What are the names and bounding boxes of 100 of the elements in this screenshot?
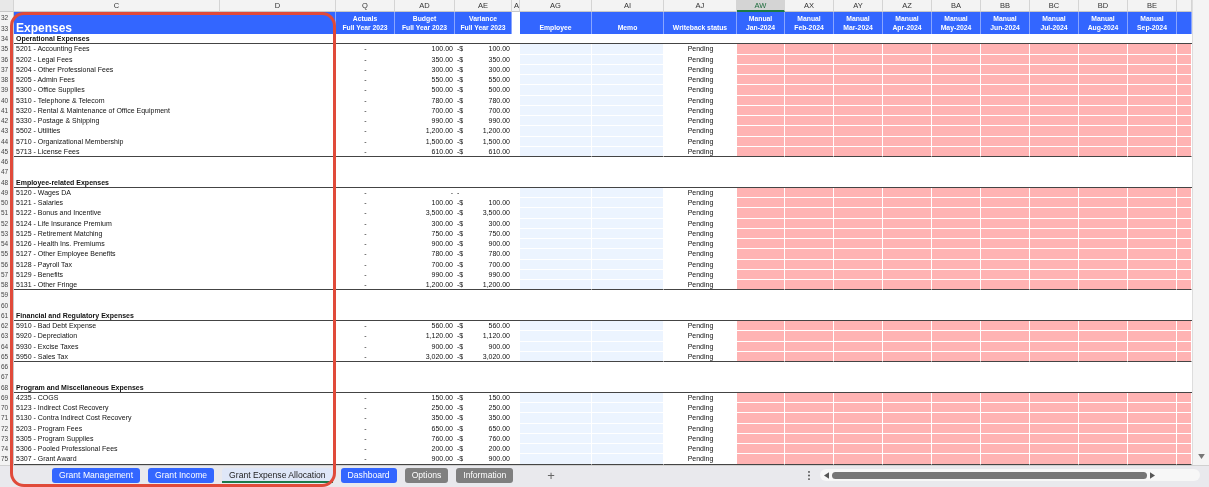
input-cell[interactable] — [834, 239, 883, 250]
input-cell[interactable] — [737, 454, 785, 465]
input-cell[interactable] — [520, 351, 592, 362]
add-sheet-button[interactable]: + — [543, 468, 559, 483]
input-cell[interactable] — [932, 341, 981, 352]
input-cell[interactable] — [785, 95, 834, 106]
input-cell[interactable] — [1128, 116, 1177, 127]
input-cell[interactable] — [1079, 228, 1128, 239]
input-cell[interactable] — [932, 392, 981, 403]
input-cell[interactable] — [1079, 54, 1128, 65]
input-cell[interactable] — [1177, 280, 1192, 291]
input-cell[interactable] — [737, 85, 785, 96]
input-cell[interactable] — [1079, 44, 1128, 55]
input-cell[interactable] — [834, 116, 883, 127]
input-cell[interactable] — [1128, 454, 1177, 465]
input-cell[interactable] — [1079, 95, 1128, 106]
input-cell[interactable] — [737, 95, 785, 106]
input-cell[interactable] — [1128, 413, 1177, 424]
input-cell[interactable] — [981, 116, 1030, 127]
input-cell[interactable] — [883, 54, 932, 65]
input-cell[interactable] — [785, 392, 834, 403]
input-cell[interactable] — [1030, 146, 1079, 157]
input-cell[interactable] — [1030, 126, 1079, 137]
input-cell[interactable] — [981, 85, 1030, 96]
input-cell[interactable] — [932, 64, 981, 75]
input-cell[interactable] — [1079, 331, 1128, 342]
input-cell[interactable] — [1177, 75, 1192, 86]
input-cell[interactable] — [981, 403, 1030, 414]
input-cell[interactable] — [737, 54, 785, 65]
scroll-down-icon[interactable] — [1197, 454, 1205, 459]
sheet-tab[interactable]: Grant Management — [52, 468, 141, 483]
input-cell[interactable] — [1177, 228, 1192, 239]
input-cell[interactable] — [1177, 85, 1192, 96]
input-cell[interactable] — [1030, 392, 1079, 403]
input-cell[interactable] — [834, 105, 883, 116]
input-cell[interactable] — [1030, 351, 1079, 362]
input-cell[interactable] — [1128, 208, 1177, 219]
input-cell[interactable] — [932, 403, 981, 414]
input-cell[interactable] — [932, 454, 981, 465]
input-cell[interactable] — [883, 126, 932, 137]
input-cell[interactable] — [1030, 85, 1079, 96]
input-cell[interactable] — [883, 341, 932, 352]
input-cell[interactable] — [1177, 146, 1192, 157]
input-cell[interactable] — [981, 218, 1030, 229]
input-cell[interactable] — [834, 433, 883, 444]
input-cell[interactable] — [785, 454, 834, 465]
input-cell[interactable] — [520, 392, 592, 403]
input-cell[interactable] — [785, 116, 834, 127]
input-cell[interactable] — [785, 136, 834, 147]
input-cell[interactable] — [834, 321, 883, 332]
input-cell[interactable] — [785, 105, 834, 116]
input-cell[interactable] — [1030, 198, 1079, 209]
input-cell[interactable] — [834, 392, 883, 403]
input-cell[interactable] — [834, 413, 883, 424]
input-cell[interactable] — [1030, 136, 1079, 147]
input-cell[interactable] — [1079, 392, 1128, 403]
input-cell[interactable] — [785, 126, 834, 137]
input-cell[interactable] — [834, 198, 883, 209]
input-cell[interactable] — [737, 116, 785, 127]
input-cell[interactable] — [737, 44, 785, 55]
sheet-tab[interactable]: Grant Expense Allocation — [222, 468, 333, 483]
input-cell[interactable] — [981, 249, 1030, 260]
input-cell[interactable] — [1177, 126, 1192, 137]
input-cell[interactable] — [737, 413, 785, 424]
input-cell[interactable] — [1079, 454, 1128, 465]
input-cell[interactable] — [883, 351, 932, 362]
input-cell[interactable] — [981, 269, 1030, 280]
input-cell[interactable] — [883, 85, 932, 96]
input-cell[interactable] — [1128, 321, 1177, 332]
input-cell[interactable] — [1128, 187, 1177, 198]
input-cell[interactable] — [1030, 249, 1079, 260]
input-cell[interactable] — [1177, 208, 1192, 219]
input-cell[interactable] — [1079, 280, 1128, 291]
input-cell[interactable] — [1177, 392, 1192, 403]
horizontal-scrollbar[interactable] — [820, 469, 1200, 481]
input-cell[interactable] — [1128, 146, 1177, 157]
input-cell[interactable] — [1177, 64, 1192, 75]
input-cell[interactable] — [932, 413, 981, 424]
input-cell[interactable] — [1030, 95, 1079, 106]
input-cell[interactable] — [1177, 423, 1192, 434]
input-cell[interactable] — [1079, 259, 1128, 270]
input-cell[interactable] — [932, 146, 981, 157]
input-cell[interactable] — [981, 331, 1030, 342]
input-cell[interactable] — [834, 259, 883, 270]
input-cell[interactable] — [1177, 269, 1192, 280]
input-cell[interactable] — [1128, 249, 1177, 260]
input-cell[interactable] — [1079, 136, 1128, 147]
input-cell[interactable] — [981, 75, 1030, 86]
sheet-tab[interactable]: Information — [456, 468, 514, 483]
vertical-scrollbar[interactable] — [1192, 0, 1209, 465]
input-cell[interactable] — [785, 198, 834, 209]
input-cell[interactable] — [981, 208, 1030, 219]
input-cell[interactable] — [785, 75, 834, 86]
input-cell[interactable] — [834, 187, 883, 198]
input-cell[interactable] — [1030, 341, 1079, 352]
input-cell[interactable] — [737, 249, 785, 260]
input-cell[interactable] — [834, 85, 883, 96]
input-cell[interactable] — [592, 321, 664, 332]
input-cell[interactable] — [1030, 54, 1079, 65]
input-cell[interactable] — [737, 218, 785, 229]
